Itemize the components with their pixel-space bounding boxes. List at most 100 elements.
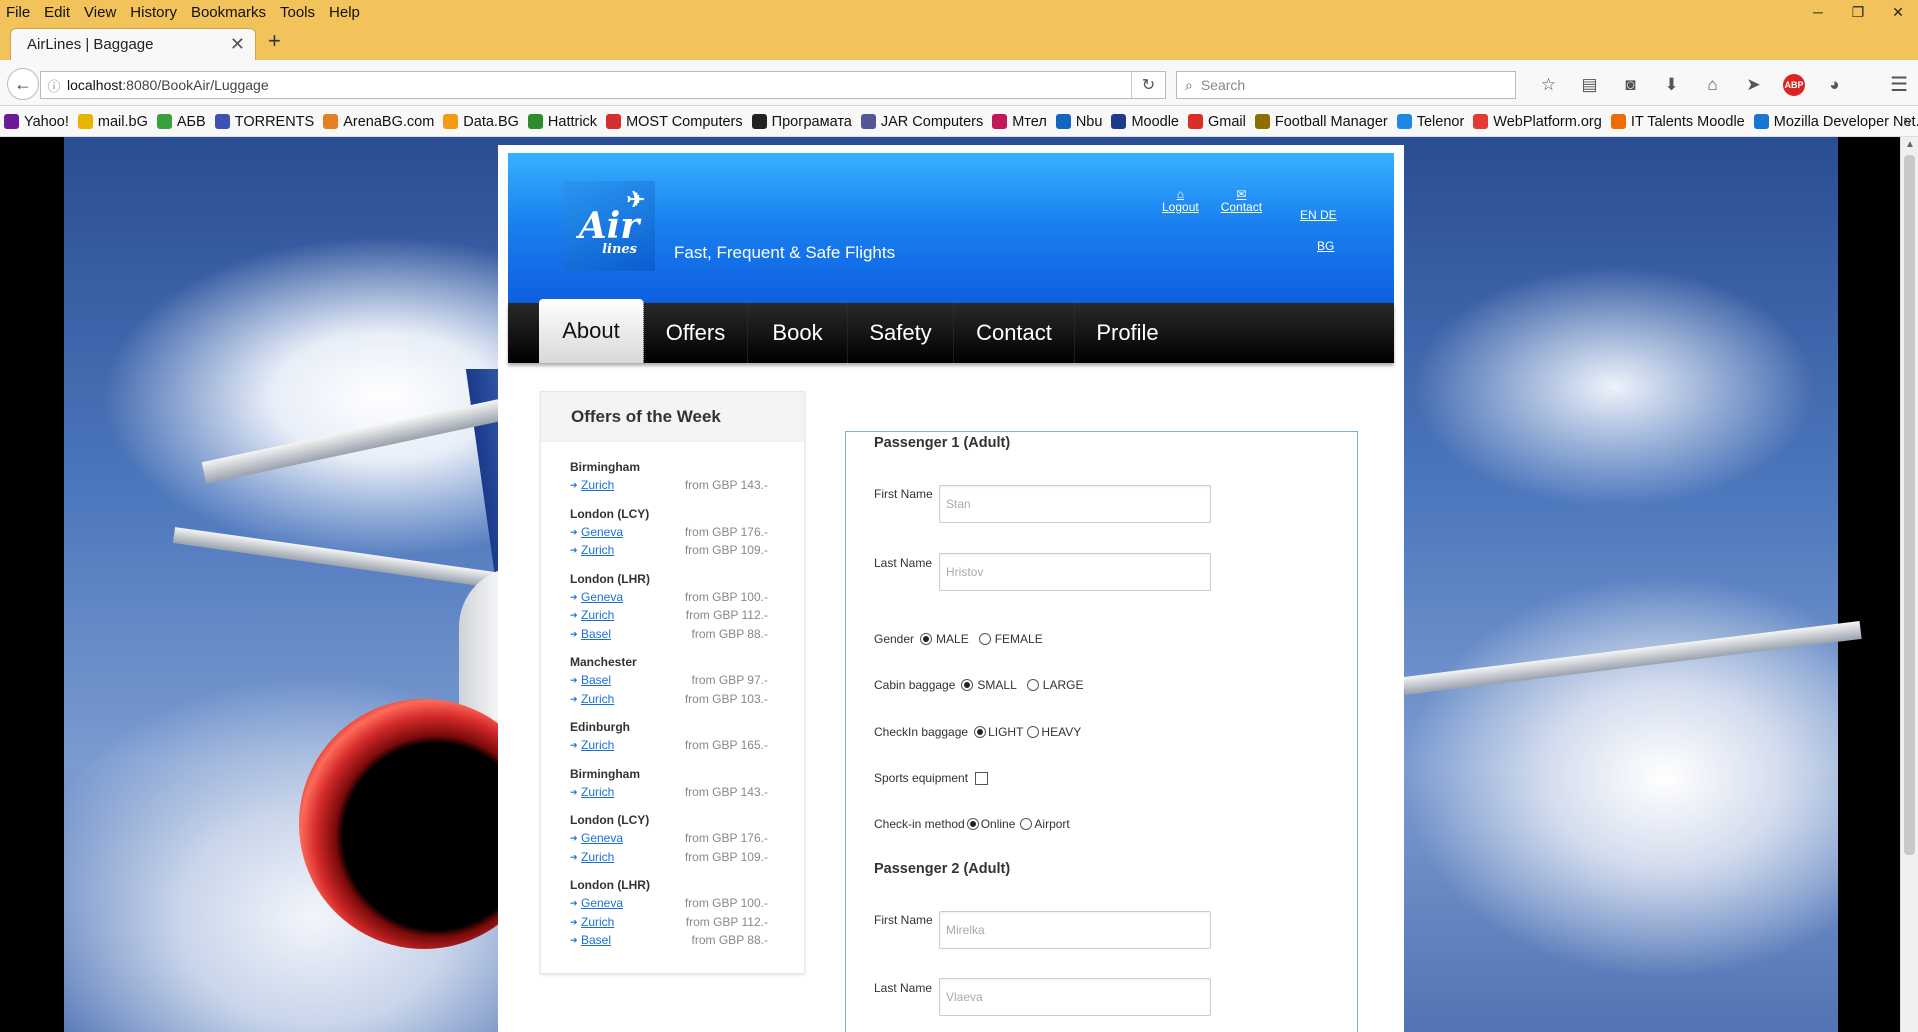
checkin-light-radio[interactable] [974, 726, 987, 738]
bookmark-item[interactable]: Yahoo! [4, 114, 69, 130]
tab-airlines-baggage[interactable]: AirLines | Baggage ✕ [10, 28, 256, 60]
toolbar-icons: ☆ ▤ ◙ ⬇ ⌂ ➤ ABP ◕ [1528, 72, 1855, 98]
offer-destination-link[interactable]: Zurich [581, 783, 681, 802]
bookmark-item[interactable]: АБВ [156, 114, 206, 130]
close-tab-icon[interactable]: ✕ [230, 34, 245, 55]
language-links-en-de[interactable]: EN DE [1300, 208, 1337, 222]
method-airport-radio[interactable] [1020, 818, 1033, 830]
bookmark-item[interactable]: Telenor [1396, 114, 1464, 130]
bookmark-item[interactable]: JAR Computers [860, 114, 983, 130]
scroll-up-icon[interactable]: ▲ [1905, 139, 1915, 150]
home-icon[interactable]: ⌂ [1692, 72, 1733, 98]
p1-last-name-input[interactable]: Hristov [939, 553, 1211, 591]
adblock-icon[interactable]: ABP [1783, 74, 1805, 96]
nav-book[interactable]: Book [748, 303, 848, 363]
bookmark-label: Nbu [1075, 113, 1103, 130]
star-icon[interactable]: ☆ [1528, 72, 1569, 98]
menu-view[interactable]: View [84, 4, 116, 21]
menu-edit[interactable]: Edit [44, 4, 70, 21]
contact-label: Contact [1220, 200, 1263, 214]
bookmarks-overflow-icon[interactable]: » [1903, 112, 1912, 130]
gender-male-radio[interactable] [920, 633, 933, 645]
back-button[interactable]: ← [7, 68, 39, 100]
language-link-bg[interactable]: BG [1317, 239, 1334, 253]
bookmark-item[interactable]: Football Manager [1254, 114, 1388, 130]
p2-first-name-input[interactable]: Mirelka [939, 911, 1211, 949]
bookmark-favicon-icon [860, 114, 876, 129]
arrow-icon: ➔ [570, 610, 578, 620]
offer-destination-link[interactable]: Zurich [581, 541, 681, 560]
scrollbar-thumb[interactable] [1904, 155, 1915, 855]
bookmark-item[interactable]: ArenaBG.com [323, 114, 434, 130]
menu-help[interactable]: Help [329, 4, 360, 21]
reload-icon[interactable]: ↻ [1131, 72, 1165, 98]
offer-destination-link[interactable]: Zurich [581, 736, 681, 755]
offer-destination-link[interactable]: Geneva [581, 829, 681, 848]
offer-destination-link[interactable]: Zurich [581, 476, 681, 495]
offer-destination-link[interactable]: Geneva [581, 894, 681, 913]
offer-destination-link[interactable]: Basel [581, 625, 681, 644]
bookmark-item[interactable]: WebPlatform.org [1473, 114, 1602, 130]
send-icon[interactable]: ➤ [1733, 72, 1774, 98]
offer-destination-link[interactable]: Zurich [581, 913, 681, 932]
close-window-button[interactable]: ✕ [1878, 0, 1918, 24]
bookmark-item[interactable]: Moodle [1111, 114, 1179, 130]
offer-destination-link[interactable]: Zurich [581, 606, 681, 625]
offer-destination-link[interactable]: Basel [581, 671, 681, 690]
gender-female-radio[interactable] [978, 633, 991, 645]
nav-contact[interactable]: Contact [954, 303, 1075, 363]
offer-destination-link[interactable]: Zurich [581, 690, 681, 709]
minimize-button[interactable]: ─ [1798, 0, 1838, 24]
bookmark-item[interactable]: Hattrick [527, 114, 597, 130]
method-online-radio[interactable] [966, 818, 979, 830]
url-bar[interactable]: ⓘ localhost:8080/BookAir/Luggage ↻ [40, 71, 1166, 99]
reading-list-icon[interactable]: ▤ [1569, 72, 1610, 98]
bookmark-item[interactable]: MOST Computers [606, 114, 743, 130]
pocket-icon[interactable]: ◙ [1610, 72, 1651, 98]
menu-file[interactable]: File [6, 4, 30, 21]
bookmark-item[interactable]: TORRENTS [214, 114, 314, 130]
nav-safety[interactable]: Safety [848, 303, 954, 363]
bookmark-item[interactable]: mail.bG [77, 114, 148, 130]
menu-tools[interactable]: Tools [280, 4, 315, 21]
logout-link[interactable]: ⌂ Logout [1162, 188, 1199, 214]
bookmark-item[interactable]: Мтел [992, 114, 1047, 130]
offer-price: from GBP 143.- [684, 784, 768, 799]
offer-destination-link[interactable]: Geneva [581, 588, 681, 607]
bookmark-label: Gmail [1208, 113, 1246, 130]
nav-about[interactable]: About [539, 299, 644, 363]
contact-link[interactable]: ✉ Contact [1221, 188, 1262, 214]
menu-history[interactable]: History [130, 4, 177, 21]
bookmark-item[interactable]: Mozilla Developer Net... [1753, 114, 1918, 130]
p2-last-name-input[interactable]: Vlaeva [939, 978, 1211, 1016]
p1-first-name-input[interactable]: Stan [939, 485, 1211, 523]
offer-destination-link[interactable]: Basel [581, 931, 681, 950]
bookmark-item[interactable]: IT Talents Moodle [1610, 114, 1745, 130]
offer-route-row: ➔ Zurich from GBP 109.- [570, 541, 804, 560]
bookmark-item[interactable]: Програмата [751, 114, 852, 130]
search-input[interactable]: ⌕ Search [1176, 71, 1516, 99]
offer-route-row: ➔ Zurich from GBP 143.- [570, 476, 804, 495]
extension-icon[interactable]: ◕ [1814, 72, 1855, 98]
nav-profile[interactable]: Profile [1075, 303, 1180, 363]
cabin-small-radio[interactable] [961, 679, 974, 691]
offer-destination-link[interactable]: Geneva [581, 523, 681, 542]
offer-destination-link[interactable]: Zurich [581, 848, 681, 867]
airlines-logo[interactable]: ✈ Air lines [563, 181, 655, 271]
cabin-large-radio[interactable] [1026, 679, 1039, 691]
bookmark-item[interactable]: Gmail [1188, 114, 1246, 130]
maximize-button[interactable]: ❐ [1838, 0, 1878, 24]
nav-offers[interactable]: Offers [644, 303, 748, 363]
new-tab-button[interactable]: + [268, 28, 281, 54]
download-icon[interactable]: ⬇ [1651, 72, 1692, 98]
bookmark-item[interactable]: Nbu [1055, 113, 1103, 130]
offer-price: from GBP 109.- [684, 543, 768, 557]
sports-equipment-checkbox[interactable] [975, 771, 989, 785]
hamburger-menu-icon[interactable]: ☰ [1890, 72, 1908, 97]
menu-bookmarks[interactable]: Bookmarks [191, 4, 266, 21]
bookmarks-toolbar: Yahoo! mail.bG АБВ TORRENTS ArenaBG.com Data.… [0, 107, 1918, 137]
bookmark-item[interactable]: Data.BG [443, 114, 519, 130]
page-scrollbar[interactable]: ▲ [1900, 137, 1918, 1032]
site-info-icon[interactable]: ⓘ [41, 76, 67, 95]
checkin-heavy-radio[interactable] [1027, 726, 1040, 738]
